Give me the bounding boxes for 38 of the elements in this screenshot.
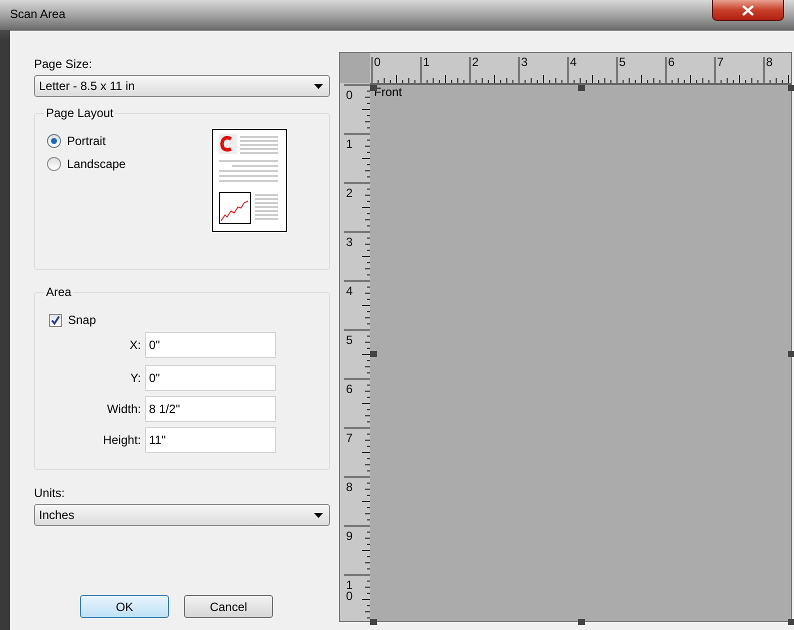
field-label: X:: [128, 338, 142, 352]
resize-handle[interactable]: [788, 619, 794, 625]
vertical-ruler: 0 1 2 3 4 5 6 7 8 9 10: [340, 83, 370, 621]
dropdown-arrow-icon: [314, 84, 323, 88]
horizontal-ruler: 0 1 2 3 4 5 6 7 8: [370, 53, 791, 83]
radio-label: Portrait: [67, 134, 106, 148]
resize-handle[interactable]: [370, 351, 377, 357]
units-dropdown[interactable]: Inches: [34, 504, 330, 526]
radio-label: Landscape: [67, 157, 126, 171]
page-size-dropdown[interactable]: Letter - 8.5 x 11 in: [34, 75, 330, 97]
field-label: Height:: [102, 433, 142, 447]
input-field[interactable]: 11": [145, 427, 276, 453]
input-field[interactable]: 0": [145, 365, 276, 391]
group-title: Page Layout: [44, 106, 116, 120]
resize-handle[interactable]: [370, 619, 377, 625]
page-size-label: Page Size:: [34, 57, 94, 71]
snap-checkbox[interactable]: [49, 314, 62, 326]
input-field[interactable]: 8 1/2": [145, 396, 276, 422]
close-icon: [742, 4, 754, 16]
ruler-corner: [340, 53, 370, 83]
group-title: Area: [44, 285, 74, 299]
resize-handle[interactable]: [788, 85, 794, 91]
resize-handle[interactable]: [370, 85, 377, 91]
close-button[interactable]: [712, 0, 784, 21]
dialog-button[interactable]: OK: [80, 595, 169, 618]
dialog-button[interactable]: Cancel: [184, 595, 273, 618]
resize-handle[interactable]: [788, 351, 794, 357]
window-title: Scan Area: [10, 7, 66, 21]
resize-handle[interactable]: [578, 619, 585, 625]
radio-button[interactable]: [47, 134, 61, 148]
resize-handle[interactable]: [578, 85, 585, 91]
snap-label: Snap: [68, 313, 96, 327]
units-label: Units:: [34, 486, 66, 500]
radio-button[interactable]: [47, 157, 61, 171]
field-label: Y:: [129, 371, 142, 385]
field-label: Width:: [106, 402, 142, 416]
input-field[interactable]: 0": [145, 332, 276, 358]
dropdown-arrow-icon: [314, 512, 323, 518]
